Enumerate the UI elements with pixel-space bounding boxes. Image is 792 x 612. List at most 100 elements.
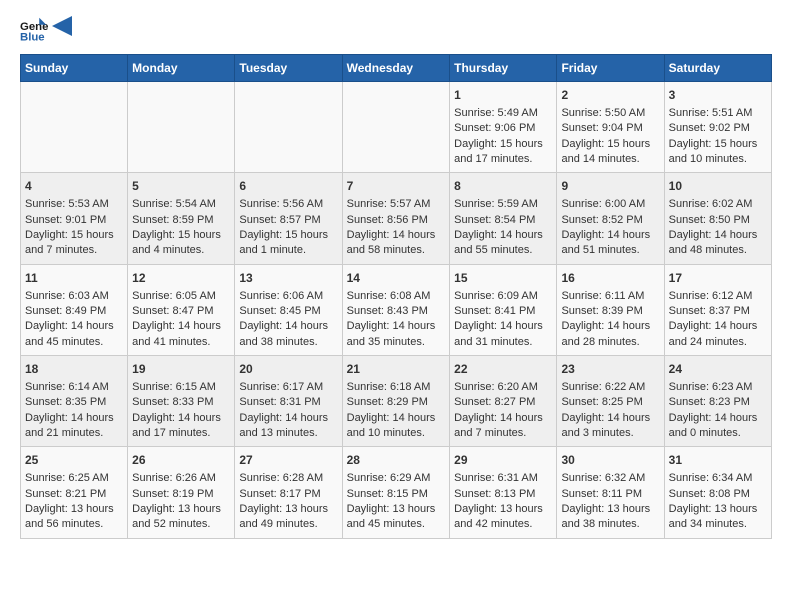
day-info: Daylight: 13 hours and 49 minutes.: [239, 502, 337, 533]
day-info: Daylight: 14 hours and 3 minutes.: [561, 411, 659, 442]
calendar-cell: 11Sunrise: 6:03 AMSunset: 8:49 PMDayligh…: [21, 264, 128, 355]
day-info: Sunset: 8:27 PM: [454, 395, 552, 410]
day-info: Sunset: 8:37 PM: [669, 304, 767, 319]
day-info: Sunrise: 6:02 AM: [669, 197, 767, 212]
day-info: Sunrise: 6:11 AM: [561, 289, 659, 304]
day-info: Daylight: 13 hours and 38 minutes.: [561, 502, 659, 533]
day-info: Sunrise: 6:17 AM: [239, 380, 337, 395]
day-info: Sunrise: 5:53 AM: [25, 197, 123, 212]
day-info: Sunset: 8:17 PM: [239, 487, 337, 502]
day-number: 10: [669, 178, 767, 195]
day-number: 11: [25, 270, 123, 287]
header-day-friday: Friday: [557, 55, 664, 82]
calendar-cell: 2Sunrise: 5:50 AMSunset: 9:04 PMDaylight…: [557, 82, 664, 173]
day-number: 26: [132, 452, 230, 469]
header-day-monday: Monday: [128, 55, 235, 82]
day-info: Daylight: 13 hours and 34 minutes.: [669, 502, 767, 533]
day-info: Sunset: 8:47 PM: [132, 304, 230, 319]
day-info: Daylight: 14 hours and 24 minutes.: [669, 319, 767, 350]
day-number: 4: [25, 178, 123, 195]
calendar-cell: 14Sunrise: 6:08 AMSunset: 8:43 PMDayligh…: [342, 264, 450, 355]
day-number: 8: [454, 178, 552, 195]
day-info: Daylight: 14 hours and 17 minutes.: [132, 411, 230, 442]
calendar-body: 1Sunrise: 5:49 AMSunset: 9:06 PMDaylight…: [21, 82, 772, 539]
calendar-cell: [235, 82, 342, 173]
calendar-cell: 24Sunrise: 6:23 AMSunset: 8:23 PMDayligh…: [664, 356, 771, 447]
day-info: Sunrise: 5:50 AM: [561, 106, 659, 121]
day-number: 7: [347, 178, 446, 195]
day-info: Sunrise: 5:54 AM: [132, 197, 230, 212]
day-number: 31: [669, 452, 767, 469]
day-info: Sunset: 9:06 PM: [454, 121, 552, 136]
day-info: Daylight: 13 hours and 42 minutes.: [454, 502, 552, 533]
day-info: Sunrise: 6:12 AM: [669, 289, 767, 304]
day-info: Sunrise: 6:18 AM: [347, 380, 446, 395]
day-info: Sunrise: 6:26 AM: [132, 471, 230, 486]
day-info: Daylight: 15 hours and 4 minutes.: [132, 228, 230, 259]
day-number: 23: [561, 361, 659, 378]
day-number: 14: [347, 270, 446, 287]
calendar-cell: 3Sunrise: 5:51 AMSunset: 9:02 PMDaylight…: [664, 82, 771, 173]
header-day-saturday: Saturday: [664, 55, 771, 82]
calendar-cell: 6Sunrise: 5:56 AMSunset: 8:57 PMDaylight…: [235, 173, 342, 264]
day-info: Daylight: 15 hours and 1 minute.: [239, 228, 337, 259]
day-info: Sunrise: 5:59 AM: [454, 197, 552, 212]
day-number: 30: [561, 452, 659, 469]
calendar-cell: 19Sunrise: 6:15 AMSunset: 8:33 PMDayligh…: [128, 356, 235, 447]
calendar-cell: 22Sunrise: 6:20 AMSunset: 8:27 PMDayligh…: [450, 356, 557, 447]
day-info: Daylight: 14 hours and 51 minutes.: [561, 228, 659, 259]
calendar-cell: 7Sunrise: 5:57 AMSunset: 8:56 PMDaylight…: [342, 173, 450, 264]
week-row-3: 11Sunrise: 6:03 AMSunset: 8:49 PMDayligh…: [21, 264, 772, 355]
day-info: Sunset: 8:49 PM: [25, 304, 123, 319]
day-number: 20: [239, 361, 337, 378]
calendar-cell: 16Sunrise: 6:11 AMSunset: 8:39 PMDayligh…: [557, 264, 664, 355]
day-info: Sunset: 8:31 PM: [239, 395, 337, 410]
day-info: Daylight: 15 hours and 10 minutes.: [669, 137, 767, 168]
day-info: Sunset: 8:25 PM: [561, 395, 659, 410]
week-row-5: 25Sunrise: 6:25 AMSunset: 8:21 PMDayligh…: [21, 447, 772, 538]
day-info: Sunset: 8:39 PM: [561, 304, 659, 319]
day-number: 22: [454, 361, 552, 378]
day-number: 6: [239, 178, 337, 195]
week-row-2: 4Sunrise: 5:53 AMSunset: 9:01 PMDaylight…: [21, 173, 772, 264]
day-number: 28: [347, 452, 446, 469]
logo: General Blue: [20, 16, 72, 44]
day-number: 27: [239, 452, 337, 469]
calendar-cell: 21Sunrise: 6:18 AMSunset: 8:29 PMDayligh…: [342, 356, 450, 447]
day-info: Sunset: 9:04 PM: [561, 121, 659, 136]
day-info: Daylight: 15 hours and 7 minutes.: [25, 228, 123, 259]
day-info: Sunset: 8:59 PM: [132, 213, 230, 228]
day-info: Sunset: 8:19 PM: [132, 487, 230, 502]
day-number: 18: [25, 361, 123, 378]
day-info: Sunset: 9:01 PM: [25, 213, 123, 228]
calendar-cell: 9Sunrise: 6:00 AMSunset: 8:52 PMDaylight…: [557, 173, 664, 264]
day-number: 19: [132, 361, 230, 378]
day-number: 1: [454, 87, 552, 104]
day-info: Sunset: 8:43 PM: [347, 304, 446, 319]
day-info: Sunrise: 6:05 AM: [132, 289, 230, 304]
calendar-cell: [342, 82, 450, 173]
day-info: Daylight: 13 hours and 45 minutes.: [347, 502, 446, 533]
calendar-cell: [128, 82, 235, 173]
day-number: 12: [132, 270, 230, 287]
calendar-cell: 20Sunrise: 6:17 AMSunset: 8:31 PMDayligh…: [235, 356, 342, 447]
svg-text:Blue: Blue: [20, 32, 45, 44]
day-info: Sunrise: 6:31 AM: [454, 471, 552, 486]
day-number: 21: [347, 361, 446, 378]
header-day-sunday: Sunday: [21, 55, 128, 82]
day-number: 9: [561, 178, 659, 195]
calendar-cell: 26 Sunrise: 6:26 AMSunset: 8:19 PMDayligh…: [128, 447, 235, 538]
calendar-cell: 17Sunrise: 6:12 AMSunset: 8:37 PMDayligh…: [664, 264, 771, 355]
day-info: Daylight: 13 hours and 52 minutes.: [132, 502, 230, 533]
day-info: Sunrise: 6:14 AM: [25, 380, 123, 395]
day-info: Daylight: 14 hours and 31 minutes.: [454, 319, 552, 350]
day-info: Daylight: 14 hours and 7 minutes.: [454, 411, 552, 442]
day-info: Sunrise: 6:09 AM: [454, 289, 552, 304]
day-info: Sunset: 8:08 PM: [669, 487, 767, 502]
calendar-cell: 8Sunrise: 5:59 AMSunset: 8:54 PMDaylight…: [450, 173, 557, 264]
day-info: Sunrise: 6:25 AM: [25, 471, 123, 486]
day-info: Daylight: 14 hours and 41 minutes.: [132, 319, 230, 350]
day-number: 15: [454, 270, 552, 287]
calendar-cell: 4 Sunrise: 5:53 AMSunset: 9:01 PMDaylight…: [21, 173, 128, 264]
day-number: 2: [561, 87, 659, 104]
